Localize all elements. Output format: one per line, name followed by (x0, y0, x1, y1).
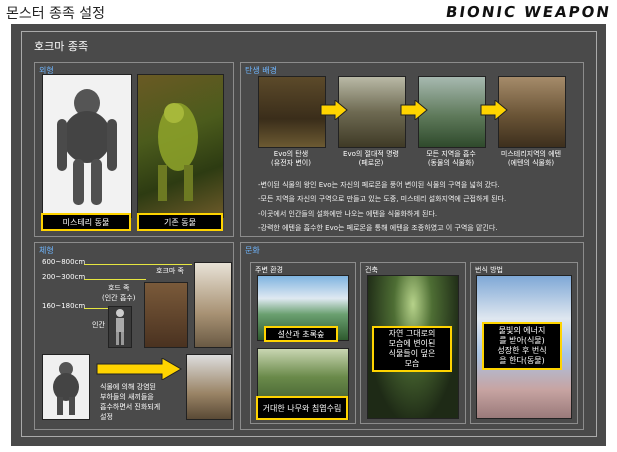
birth-stage-2-caption: Evo의 절대적 명령 (페로몬) (328, 150, 414, 168)
birth-stage-4-line1: 미스테리지역의 에텐 (500, 150, 562, 158)
architecture-line-4: 모습 (404, 359, 420, 368)
section-title: 호크마 종족 (34, 40, 89, 53)
caption-giant-trees: 거대한 나무와 침엽수림 (256, 396, 348, 420)
birth-stage-4-line2: (에텐의 식물화) (507, 159, 555, 167)
evolution-description: 식물에 의해 강염된 부하들의 새끼들을 흡수하면서 진화되게 설정 (100, 382, 160, 422)
human-label: 인간 (92, 321, 105, 329)
birth-stage-1-line1: Evo의 탄생 (273, 150, 309, 158)
hord-creature-image (144, 282, 188, 348)
architecture-line-3: 식물들이 덮은 (388, 349, 436, 358)
birth-stage-2-image (338, 76, 406, 148)
hokma-tribe-label: 호크마 족 (156, 267, 184, 275)
evolution-arrow-icon (96, 358, 182, 380)
caption-existing-animal: 기존 동물 (137, 213, 223, 231)
birth-stage-2-line1: Evo의 절대적 명령 (343, 150, 399, 158)
birth-bullet-3: -이곳에서 인간들의 설화에만 나오는 에텐을 식물화하게 된다. (258, 210, 438, 218)
birth-stage-3-image (418, 76, 486, 148)
birth-stage-1-line2: (유전자 변이) (271, 159, 311, 167)
caption-architecture: 자연 그대로의 모습에 변이된 식물들이 덮은 모습 (372, 326, 452, 372)
birth-stage-4-image (498, 76, 566, 148)
caption-mystery-animal: 미스테리 동물 (41, 213, 131, 231)
birth-background-label: 탄생 배경 (245, 66, 277, 75)
breeding-line-1: 물빛의 에너지 (498, 326, 546, 335)
architecture-line-2: 모습에 변이된 (388, 339, 436, 348)
page-title: 몬스터 종족 설정 (6, 6, 106, 22)
breeding-label: 번식 방법 (475, 266, 503, 274)
height-label-hokma: 600~800cm (42, 258, 86, 266)
evolution-line-2: 부하들의 새끼들을 (100, 393, 154, 401)
arrow-right-icon (480, 100, 508, 120)
header-bar: 몬스터 종족 설정 BIONIC WEAPON (0, 0, 617, 24)
birth-bullet-1: -변이된 식물의 왕인 Evo는 자신의 페로몬을 풍어 변이된 식물의 구역을… (258, 181, 500, 189)
arrow-right-icon (320, 100, 348, 120)
moss-creature-icon (158, 103, 198, 201)
surroundings-label: 주변 환경 (255, 266, 283, 274)
birth-stage-2-line2: (페로몬) (358, 159, 384, 167)
arrow-right-icon (400, 100, 428, 120)
birth-bullet-4: -강력한 에텐을 흡수한 Evo는 페로몬을 통해 에텐을 조종하였고 이 구역… (258, 224, 498, 232)
human-figure-image (108, 306, 132, 348)
body-type-label: 체형 (39, 246, 54, 255)
caption-snow-mountain: 설산과 초록숲 (264, 326, 338, 342)
culture-label: 문화 (245, 246, 260, 255)
birth-stage-1-image (258, 76, 326, 148)
birth-stage-3-line1: 모든 지역을 흡수 (426, 150, 476, 158)
birth-bullet-2: -모든 지역을 자신의 구역으로 만들고 있는 도중, 미스테리 설화지역에 근… (258, 195, 507, 203)
birth-stage-4-caption: 미스테리지역의 에텐 (에텐의 식물화) (488, 150, 574, 168)
hord-tribe-line2: (인간 흡수) (102, 294, 136, 302)
architecture-line-1: 자연 그대로의 (388, 329, 436, 338)
breeding-line-2: 를 받아(식물) (499, 336, 545, 345)
height-label-human: 160~180cm (42, 302, 86, 310)
birth-stage-3-caption: 모든 지역을 흡수 (동물의 식물화) (408, 150, 494, 168)
evolution-line-1: 식물에 의해 강염된 (100, 383, 156, 391)
evolution-line-3: 흡수하면서 진화되게 (100, 403, 161, 411)
birth-stage-1-caption: Evo의 탄생 (유전자 변이) (248, 150, 334, 168)
evolution-after-image (186, 354, 232, 420)
caption-breeding: 물빛의 에너지 를 받아(식물) 성장한 후 번식 을 한다(동물) (482, 322, 562, 370)
height-label-hord: 200~300cm (42, 273, 86, 281)
gorilla-sketch-icon (57, 89, 117, 205)
birth-stage-3-line2: (동물의 식물화) (427, 159, 475, 167)
gorilla-icon (53, 362, 79, 415)
evolution-before-image (42, 354, 90, 420)
bionic-weapon-logo: BIONIC WEAPON (444, 3, 613, 21)
height-line-hokma (84, 264, 192, 265)
height-line-human (84, 308, 110, 309)
human-figure-icon (116, 309, 124, 345)
hokma-creature-image (194, 262, 232, 348)
height-line-hord (84, 279, 146, 280)
forest-creature-image (137, 74, 224, 218)
evolution-line-4: 설정 (100, 413, 113, 421)
hord-tribe-line1: 호드 족 (107, 284, 130, 292)
breeding-line-4: 을 한다(동물) (499, 356, 545, 365)
mystery-creature-sketch-image (42, 74, 132, 218)
breeding-line-3: 성장한 후 번식 (497, 346, 547, 355)
hord-tribe-label: 호드 족 (인간 흡수) (102, 283, 135, 303)
architecture-label: 건축 (365, 266, 378, 274)
